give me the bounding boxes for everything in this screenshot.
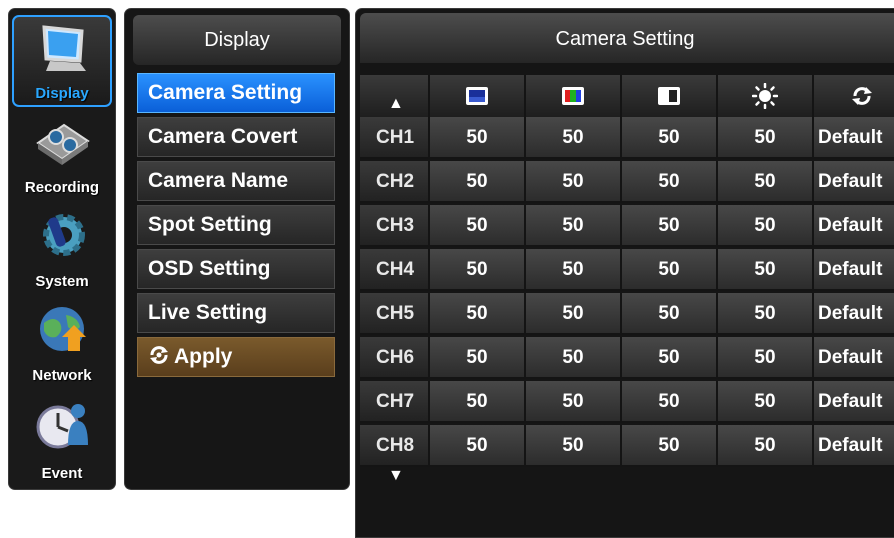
menu-item-camera-name[interactable]: Camera Name xyxy=(137,161,335,201)
menu-item-camera-covert[interactable]: Camera Covert xyxy=(137,117,335,157)
sidebar-item-network[interactable]: Network xyxy=(12,297,112,389)
contrast-value[interactable]: 50 xyxy=(622,161,718,203)
menu-item-camera-setting[interactable]: Camera Setting xyxy=(137,73,335,113)
panel-title: Camera Setting xyxy=(360,13,894,63)
channel-label: CH3 xyxy=(360,205,430,247)
globe-icon xyxy=(40,307,86,351)
menu-item-live-setting[interactable]: Live Setting xyxy=(137,293,335,333)
contrast-value[interactable]: 50 xyxy=(622,337,718,379)
color-value[interactable]: 50 xyxy=(526,293,622,335)
column-header-brightness xyxy=(430,75,526,117)
brightness-value[interactable]: 50 xyxy=(430,381,526,423)
contrast-icon xyxy=(658,87,680,105)
color-value[interactable]: 50 xyxy=(526,117,622,159)
sharpness-value[interactable]: 50 xyxy=(718,293,814,335)
sharpness-value[interactable]: 50 xyxy=(718,249,814,291)
default-button[interactable]: Default xyxy=(814,293,894,335)
brightness-value[interactable]: 50 xyxy=(430,161,526,203)
color-value[interactable]: 50 xyxy=(526,249,622,291)
color-value[interactable]: 50 xyxy=(526,337,622,379)
brightness-value[interactable]: 50 xyxy=(430,425,526,467)
column-header-sharpness xyxy=(718,75,814,117)
sharpness-value[interactable]: 50 xyxy=(718,117,814,159)
sidebar-item-label: Display xyxy=(35,85,89,102)
scroll-down-arrow[interactable]: ▼ xyxy=(388,467,404,485)
sharpness-icon xyxy=(752,83,778,109)
apply-button[interactable]: Apply xyxy=(137,337,335,377)
default-button[interactable]: Default xyxy=(814,249,894,291)
gear-icon xyxy=(43,214,85,256)
sidebar-item-label: Network xyxy=(32,367,92,384)
sidebar-item-display[interactable]: Display xyxy=(12,15,112,107)
sidebar-item-label: System xyxy=(35,273,89,290)
sharpness-value[interactable]: 50 xyxy=(718,161,814,203)
reset-icon xyxy=(852,87,872,105)
monitor-icon xyxy=(42,25,86,71)
channel-label: CH5 xyxy=(360,293,430,335)
column-header-color xyxy=(526,75,622,117)
display-menu: Display Camera Setting Camera Covert Cam… xyxy=(124,8,350,490)
channel-label: CH7 xyxy=(360,381,430,423)
sharpness-value[interactable]: 50 xyxy=(718,381,814,423)
sharpness-value[interactable]: 50 xyxy=(718,425,814,467)
column-header-reset xyxy=(814,75,894,117)
channel-label: CH4 xyxy=(360,249,430,291)
default-button[interactable]: Default xyxy=(814,161,894,203)
clock-person-icon xyxy=(36,404,88,449)
contrast-value[interactable]: 50 xyxy=(622,205,718,247)
sidebar-item-system[interactable]: System xyxy=(12,203,112,295)
default-button[interactable]: Default xyxy=(814,205,894,247)
brightness-value[interactable]: 50 xyxy=(430,205,526,247)
column-header-contrast xyxy=(622,75,718,117)
sidebar-item-label: Recording xyxy=(24,179,100,196)
scroll-up-cell: ▲ xyxy=(360,75,430,117)
contrast-value[interactable]: 50 xyxy=(622,249,718,291)
brightness-value[interactable]: 50 xyxy=(430,337,526,379)
sharpness-value[interactable]: 50 xyxy=(718,337,814,379)
camera-setting-panel: Camera Setting ▲ CH1 50 50 50 50 Default… xyxy=(355,8,894,538)
contrast-value[interactable]: 50 xyxy=(622,381,718,423)
brightness-value[interactable]: 50 xyxy=(430,249,526,291)
color-value[interactable]: 50 xyxy=(526,205,622,247)
menu-item-spot-setting[interactable]: Spot Setting xyxy=(137,205,335,245)
apply-label: Apply xyxy=(174,345,233,368)
channel-label: CH2 xyxy=(360,161,430,203)
default-button[interactable]: Default xyxy=(814,337,894,379)
color-value[interactable]: 50 xyxy=(526,381,622,423)
default-button[interactable]: Default xyxy=(814,425,894,467)
category-sidebar: Display Recording System Network Event xyxy=(8,8,116,490)
sidebar-item-event[interactable]: Event xyxy=(12,391,112,483)
channel-label: CH1 xyxy=(360,117,430,159)
brightness-value[interactable]: 50 xyxy=(430,117,526,159)
sidebar-item-label: Event xyxy=(41,465,83,482)
channel-label: CH8 xyxy=(360,425,430,467)
color-value[interactable]: 50 xyxy=(526,425,622,467)
contrast-value[interactable]: 50 xyxy=(622,425,718,467)
brightness-value[interactable]: 50 xyxy=(430,293,526,335)
default-button[interactable]: Default xyxy=(814,117,894,159)
scroll-up-arrow[interactable]: ▲ xyxy=(388,95,404,113)
brightness-icon xyxy=(466,87,488,105)
menu-item-osd-setting[interactable]: OSD Setting xyxy=(137,249,335,289)
contrast-value[interactable]: 50 xyxy=(622,117,718,159)
sidebar-item-recording[interactable]: Recording xyxy=(12,109,112,201)
channel-label: CH6 xyxy=(360,337,430,379)
default-button[interactable]: Default xyxy=(814,381,894,423)
contrast-value[interactable]: 50 xyxy=(622,293,718,335)
sharpness-value[interactable]: 50 xyxy=(718,205,814,247)
apply-icon xyxy=(150,346,168,364)
menu-title: Display xyxy=(133,15,341,65)
color-icon xyxy=(562,87,584,105)
film-reel-icon xyxy=(36,123,90,165)
color-value[interactable]: 50 xyxy=(526,161,622,203)
